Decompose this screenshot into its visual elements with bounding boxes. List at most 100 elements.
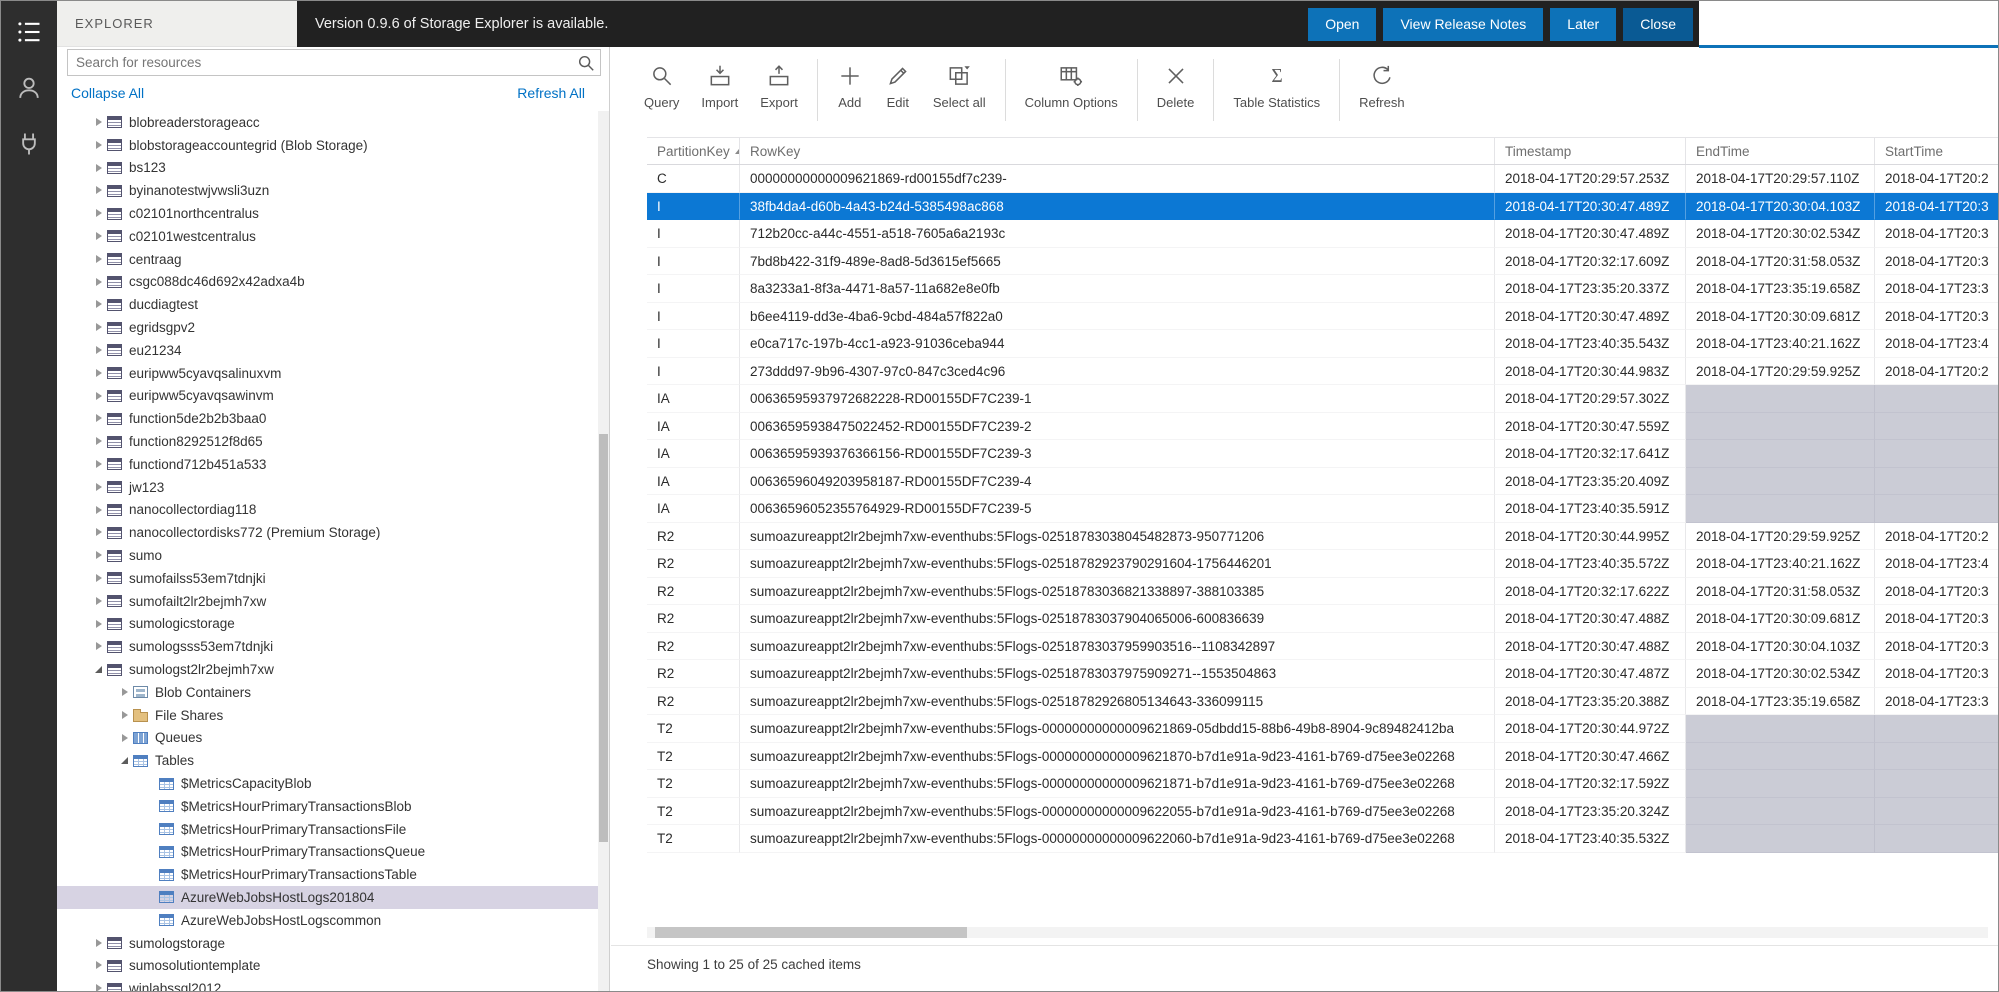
edit-button[interactable]: Edit xyxy=(874,57,922,114)
tree-item-ducdiagtest[interactable]: ducdiagtest xyxy=(57,293,598,316)
sidebar-scrollbar-thumb[interactable] xyxy=(599,434,608,842)
tree-item-functiond712b451a533[interactable]: functiond712b451a533 xyxy=(57,453,598,476)
tree-item-sumologst2lr2bejmh7xw[interactable]: sumologst2lr2bejmh7xw xyxy=(57,658,598,681)
tree-item-sumofailss53em7tdnjki[interactable]: sumofailss53em7tdnjki xyxy=(57,567,598,590)
tree-item-azurewebjobshostlogs201804[interactable]: AzureWebJobsHostLogs201804 xyxy=(57,886,598,909)
table-row[interactable]: I38fb4da4-d60b-4a43-b24d-5385498ac868201… xyxy=(647,193,1998,221)
expand-arrow-icon[interactable] xyxy=(117,681,133,704)
expand-arrow-icon[interactable] xyxy=(91,590,107,613)
close-button[interactable]: Close xyxy=(1623,8,1693,41)
tree-item-blobstorageaccountegrid-blob-storage[interactable]: blobstorageaccountegrid (Blob Storage) xyxy=(57,134,598,157)
tree-item-sumologsss53em7tdnjki[interactable]: sumologsss53em7tdnjki xyxy=(57,635,598,658)
expand-arrow-icon[interactable] xyxy=(91,544,107,567)
tree-item-metricshourprimarytransactionstable[interactable]: $MetricsHourPrimaryTransactionsTable xyxy=(57,863,598,886)
tree-item-sumologstorage[interactable]: sumologstorage xyxy=(57,932,598,955)
tree-item-sumofailt2lr2bejmh7xw[interactable]: sumofailt2lr2bejmh7xw xyxy=(57,590,598,613)
tree-item-metricscapacityblob[interactable]: $MetricsCapacityBlob xyxy=(57,772,598,795)
tree-item-c02101northcentralus[interactable]: c02101northcentralus xyxy=(57,202,598,225)
expand-arrow-icon[interactable] xyxy=(91,157,107,180)
tree-item-sumosolutiontemplate[interactable]: sumosolutiontemplate xyxy=(57,954,598,977)
column-header-starttime[interactable]: StartTime xyxy=(1875,138,1998,164)
table-row[interactable]: R2sumoazureappt2lr2bejmh7xw-eventhubs:5F… xyxy=(647,633,1998,661)
expand-arrow-icon[interactable] xyxy=(91,954,107,977)
table-row[interactable]: R2sumoazureappt2lr2bejmh7xw-eventhubs:5F… xyxy=(647,550,1998,578)
table-row[interactable]: IA00636595939376366156-RD00155DF7C239-32… xyxy=(647,440,1998,468)
tree-item-blob-containers[interactable]: Blob Containers xyxy=(57,681,598,704)
table-row[interactable]: IA00636596052355764929-RD00155DF7C239-52… xyxy=(647,495,1998,523)
sidebar-scrollbar[interactable] xyxy=(598,111,609,991)
tree-item-csgc088dc46d692x42adxa4b[interactable]: csgc088dc46d692x42adxa4b xyxy=(57,271,598,294)
tree-item-sumo[interactable]: sumo xyxy=(57,544,598,567)
expand-arrow-icon[interactable] xyxy=(91,248,107,271)
table-row[interactable]: R2sumoazureappt2lr2bejmh7xw-eventhubs:5F… xyxy=(647,605,1998,633)
tree-item-eu21234[interactable]: eu21234 xyxy=(57,339,598,362)
tree-item-azurewebjobshostlogscommon[interactable]: AzureWebJobsHostLogscommon xyxy=(57,909,598,932)
expand-arrow-icon[interactable] xyxy=(91,385,107,408)
table-row[interactable]: Ie0ca717c-197b-4cc1-a923-91036ceba944201… xyxy=(647,330,1998,358)
table-row[interactable]: IA00636595937972682228-RD00155DF7C239-12… xyxy=(647,385,1998,413)
tree-item-euripww5cyavqsawinvm[interactable]: euripww5cyavqsawinvm xyxy=(57,385,598,408)
tree-item-metricshourprimarytransactionsblob[interactable]: $MetricsHourPrimaryTransactionsBlob xyxy=(57,795,598,818)
expand-arrow-icon[interactable] xyxy=(91,271,107,294)
expand-arrow-icon[interactable] xyxy=(91,521,107,544)
table-row[interactable]: IA00636595938475022452-RD00155DF7C239-22… xyxy=(647,413,1998,441)
tree-item-egridsgpv2[interactable]: egridsgpv2 xyxy=(57,316,598,339)
tree-item-jw123[interactable]: jw123 xyxy=(57,476,598,499)
column-header-timestamp[interactable]: Timestamp xyxy=(1495,138,1686,164)
table-statistics-button[interactable]: ΣTable Statistics xyxy=(1222,57,1331,114)
refresh-button[interactable]: Refresh xyxy=(1348,57,1416,114)
table-row[interactable]: T2sumoazureappt2lr2bejmh7xw-eventhubs:5F… xyxy=(647,715,1998,743)
search-icon[interactable] xyxy=(572,54,600,72)
expand-arrow-icon[interactable] xyxy=(91,613,107,636)
export-button[interactable]: Export xyxy=(749,57,809,114)
table-row[interactable]: C00000000000009621869-rd00155df7c239-201… xyxy=(647,165,1998,193)
expand-arrow-icon[interactable] xyxy=(91,134,107,157)
column-header-endtime[interactable]: EndTime xyxy=(1686,138,1875,164)
tree-item-file-shares[interactable]: File Shares xyxy=(57,704,598,727)
tree-item-blobreaderstorageacc[interactable]: blobreaderstorageacc xyxy=(57,111,598,134)
expand-arrow-icon[interactable] xyxy=(91,407,107,430)
tree-item-c02101westcentralus[interactable]: c02101westcentralus xyxy=(57,225,598,248)
expand-arrow-icon[interactable] xyxy=(91,476,107,499)
expand-arrow-icon[interactable] xyxy=(91,179,107,202)
tree-item-function5de2b2b3baa0[interactable]: function5de2b2b3baa0 xyxy=(57,407,598,430)
horizontal-scrollbar[interactable] xyxy=(647,927,1988,938)
table-row[interactable]: T2sumoazureappt2lr2bejmh7xw-eventhubs:5F… xyxy=(647,743,1998,771)
select-all-button[interactable]: Select all xyxy=(922,57,997,114)
tree-item-byinanotestwjvwsli3uzn[interactable]: byinanotestwjvwsli3uzn xyxy=(57,179,598,202)
horizontal-scrollbar-thumb[interactable] xyxy=(655,927,967,938)
table-row[interactable]: T2sumoazureappt2lr2bejmh7xw-eventhubs:5F… xyxy=(647,825,1998,853)
expand-arrow-icon[interactable] xyxy=(117,727,133,750)
tree-item-nanocollectordiag118[interactable]: nanocollectordiag118 xyxy=(57,499,598,522)
open-button[interactable]: Open xyxy=(1308,8,1376,41)
tree-item-function8292512f8d65[interactable]: function8292512f8d65 xyxy=(57,430,598,453)
column-options-button[interactable]: Column Options xyxy=(1014,57,1129,114)
table-row[interactable]: I273ddd97-9b96-4307-97c0-847c3ced4c96201… xyxy=(647,358,1998,386)
query-button[interactable]: Query xyxy=(633,57,690,114)
expand-arrow-icon[interactable] xyxy=(91,293,107,316)
table-row[interactable]: R2sumoazureappt2lr2bejmh7xw-eventhubs:5F… xyxy=(647,660,1998,688)
tree-item-metricshourprimarytransactionsqueue[interactable]: $MetricsHourPrimaryTransactionsQueue xyxy=(57,841,598,864)
expand-arrow-icon[interactable] xyxy=(91,362,107,385)
tree-item-queues[interactable]: Queues xyxy=(57,727,598,750)
table-row[interactable]: I8a3233a1-8f3a-4471-8a57-11a682e8e0fb201… xyxy=(647,275,1998,303)
expand-arrow-icon[interactable] xyxy=(91,932,107,955)
expand-arrow-icon[interactable] xyxy=(91,977,107,991)
table-row[interactable]: R2sumoazureappt2lr2bejmh7xw-eventhubs:5F… xyxy=(647,523,1998,551)
tree-item-centraag[interactable]: centraag xyxy=(57,248,598,271)
column-header-partitionkey[interactable]: PartitionKey xyxy=(647,138,740,164)
add-button[interactable]: Add xyxy=(826,57,874,114)
expand-arrow-icon[interactable] xyxy=(91,316,107,339)
tree-item-tables[interactable]: Tables xyxy=(57,749,598,772)
table-row[interactable]: I712b20cc-a44c-4551-a518-7605a6a2193c201… xyxy=(647,220,1998,248)
expand-arrow-icon[interactable] xyxy=(91,339,107,362)
table-row[interactable]: R2sumoazureappt2lr2bejmh7xw-eventhubs:5F… xyxy=(647,578,1998,606)
column-header-rowkey[interactable]: RowKey xyxy=(740,138,1495,164)
table-row[interactable]: Ib6ee4119-dd3e-4ba6-9cbd-484a57f822a0201… xyxy=(647,303,1998,331)
expand-arrow-icon[interactable] xyxy=(91,499,107,522)
tree-item-metricshourprimarytransactionsfile[interactable]: $MetricsHourPrimaryTransactionsFile xyxy=(57,818,598,841)
tree-item-euripww5cyavqsalinuxvm[interactable]: euripww5cyavqsalinuxvm xyxy=(57,362,598,385)
expand-arrow-icon[interactable] xyxy=(91,567,107,590)
delete-button[interactable]: Delete xyxy=(1146,57,1206,114)
account-icon[interactable] xyxy=(1,63,57,113)
